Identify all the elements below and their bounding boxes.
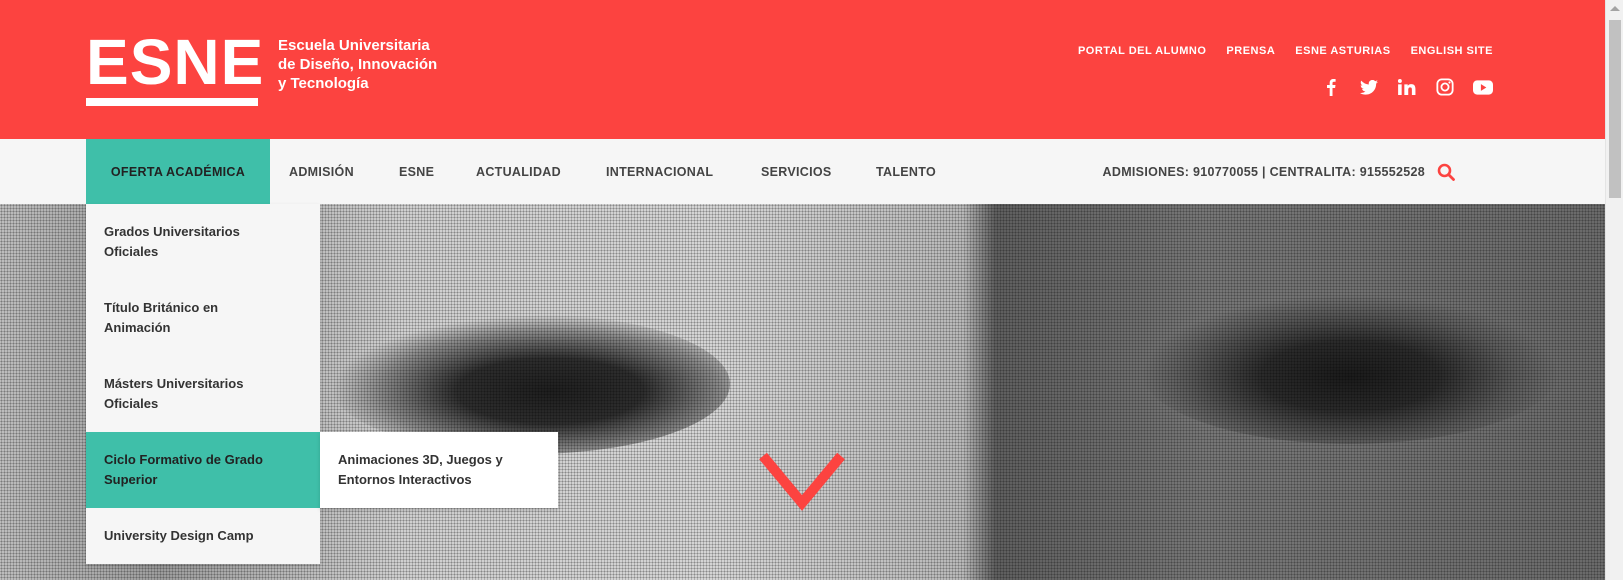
contact-phones: ADMISIONES: 910770055 | CENTRALITA: 9155…: [1102, 164, 1425, 179]
logo-tagline-line1: Escuela Universitaria: [278, 37, 430, 54]
menu-item-line1: Ciclo Formativo de Grado: [104, 452, 263, 467]
logo-mark: ESNE: [86, 30, 264, 110]
nav-oferta-academica[interactable]: OFERTA ACADÉMICA: [86, 139, 270, 204]
menu-masters-universitarios[interactable]: Másters Universitarios Oficiales: [86, 356, 320, 432]
menu-grados-universitarios[interactable]: Grados Universitarios Oficiales: [86, 204, 320, 280]
menu-item-line1: Título Británico en: [104, 300, 219, 315]
esne-logo[interactable]: ESNE Escuela Universitaria de Diseño, In…: [86, 30, 437, 110]
search-icon[interactable]: [1437, 163, 1455, 181]
link-prensa[interactable]: PRENSA: [1226, 45, 1275, 57]
submenu-animaciones-3d[interactable]: Animaciones 3D, Juegos y Entornos Interac…: [320, 432, 558, 508]
menu-item-line2: Oficiales: [104, 396, 159, 411]
nav-admision[interactable]: ADMISIÓN: [289, 139, 354, 204]
link-esne-asturias[interactable]: ESNE ASTURIAS: [1295, 45, 1390, 57]
nav-actualidad[interactable]: ACTUALIDAD: [476, 139, 561, 204]
menu-ciclo-formativo[interactable]: Ciclo Formativo de Grado Superior: [86, 432, 320, 508]
facebook-icon[interactable]: [1321, 77, 1341, 97]
scroll-down-chevron-icon[interactable]: [757, 448, 847, 518]
submenu-line2: Entornos Interactivos: [338, 472, 472, 487]
menu-item-line2: Superior: [104, 472, 158, 487]
youtube-icon[interactable]: [1473, 77, 1493, 97]
menu-item-line1: Másters Universitarios: [104, 376, 244, 391]
top-links: PORTAL DEL ALUMNO PRENSA ESNE ASTURIAS E…: [1078, 45, 1493, 57]
nav-talento[interactable]: TALENTO: [876, 139, 936, 204]
page: ESNE Escuela Universitaria de Diseño, In…: [0, 0, 1623, 580]
logo-underline: [86, 98, 258, 106]
menu-university-design-camp[interactable]: University Design Camp: [86, 508, 320, 564]
page-scrollbar[interactable]: [1605, 0, 1623, 580]
scroll-thumb[interactable]: [1609, 20, 1621, 198]
logo-tagline-line3: y Tecnología: [278, 75, 369, 92]
twitter-icon[interactable]: [1359, 77, 1379, 97]
scroll-up-arrow-icon[interactable]: [1610, 6, 1620, 11]
menu-item-line1: Grados Universitarios: [104, 224, 240, 239]
site-header: ESNE Escuela Universitaria de Diseño, In…: [0, 0, 1605, 139]
submenu-line1: Animaciones 3D, Juegos y: [338, 452, 503, 467]
main-nav: OFERTA ACADÉMICA ADMISIÓN ESNE ACTUALIDA…: [0, 139, 1605, 204]
menu-item-line1: University Design Camp: [104, 528, 254, 543]
logo-tagline: Escuela Universitaria de Diseño, Innovac…: [278, 36, 437, 93]
menu-item-line2: Oficiales: [104, 244, 159, 259]
link-portal-del-alumno[interactable]: PORTAL DEL ALUMNO: [1078, 45, 1206, 57]
nav-esne[interactable]: ESNE: [399, 139, 434, 204]
nav-servicios[interactable]: SERVICIOS: [761, 139, 832, 204]
logo-tagline-line2: de Diseño, Innovación: [278, 56, 438, 73]
menu-item-line2: Animación: [104, 320, 171, 335]
logo-word: ESNE: [86, 26, 265, 98]
linkedin-icon[interactable]: [1397, 77, 1417, 97]
link-english-site[interactable]: ENGLISH SITE: [1411, 45, 1493, 57]
nav-internacional[interactable]: INTERNACIONAL: [606, 139, 713, 204]
instagram-icon[interactable]: [1435, 77, 1455, 97]
menu-titulo-britanico[interactable]: Título Británico en Animación: [86, 280, 320, 356]
oferta-dropdown-menu: Grados Universitarios Oficiales Título Br…: [86, 204, 320, 564]
social-links: [1321, 77, 1493, 97]
